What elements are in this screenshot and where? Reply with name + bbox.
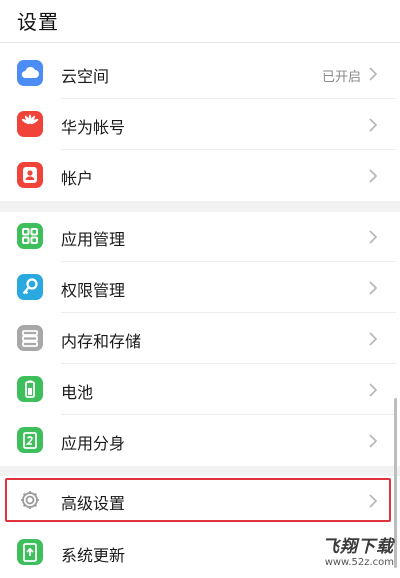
gear-icon xyxy=(17,487,43,513)
key-icon xyxy=(17,274,43,300)
chevron-right-icon xyxy=(369,281,378,295)
chevron-right-icon xyxy=(369,67,378,81)
section-gap xyxy=(0,201,400,212)
settings-item-label: 系统更新 xyxy=(61,546,126,565)
settings-item-huawei-account[interactable]: 华为帐号 xyxy=(0,100,396,150)
chevron-right-icon xyxy=(369,332,378,346)
settings-item-app-management[interactable]: 应用管理 xyxy=(0,212,396,262)
huawei-logo-icon xyxy=(17,111,43,137)
title-divider xyxy=(0,42,400,43)
app-twin-icon xyxy=(17,427,43,453)
settings-item-cloud[interactable]: 云空间 已开启 xyxy=(0,49,396,99)
watermark-url: www.52z.com xyxy=(324,557,394,568)
settings-item-storage[interactable]: 内存和存储 xyxy=(0,314,396,364)
chevron-right-icon xyxy=(369,494,378,508)
cloud-icon xyxy=(17,60,43,86)
chevron-right-icon xyxy=(369,169,378,183)
settings-item-accounts[interactable]: 帐户 xyxy=(0,151,396,201)
section-gap xyxy=(0,466,400,476)
storage-icon xyxy=(17,325,43,351)
chevron-right-icon xyxy=(369,230,378,244)
settings-item-battery[interactable]: 电池 xyxy=(0,365,396,415)
chevron-right-icon xyxy=(369,383,378,397)
settings-item-label: 应用管理 xyxy=(61,230,126,249)
settings-item-label: 云空间 xyxy=(61,67,110,86)
page-title: 设置 xyxy=(17,10,59,34)
settings-item-app-twin[interactable]: 应用分身 xyxy=(0,416,396,466)
status-text: 已开启 xyxy=(321,70,361,85)
watermark-text: 飞翔下载 xyxy=(322,537,394,557)
scrollbar[interactable] xyxy=(394,398,397,568)
settings-item-label: 权限管理 xyxy=(61,281,126,300)
settings-item-advanced[interactable]: 高级设置 xyxy=(0,476,396,526)
settings-item-label: 电池 xyxy=(61,383,94,402)
settings-item-label: 帐户 xyxy=(61,169,94,188)
chevron-right-icon xyxy=(369,118,378,132)
chevron-right-icon xyxy=(369,434,378,448)
settings-item-permissions[interactable]: 权限管理 xyxy=(0,263,396,313)
watermark-logo: 飞翔下载 www.52z.com xyxy=(308,532,394,572)
settings-item-label: 高级设置 xyxy=(61,494,126,513)
system-update-icon xyxy=(17,539,43,565)
settings-item-label: 内存和存储 xyxy=(61,332,142,351)
settings-item-label: 应用分身 xyxy=(61,434,126,453)
user-icon xyxy=(17,162,43,188)
settings-item-label: 华为帐号 xyxy=(61,118,126,137)
battery-icon xyxy=(17,376,43,402)
grid-apps-icon xyxy=(17,223,43,249)
